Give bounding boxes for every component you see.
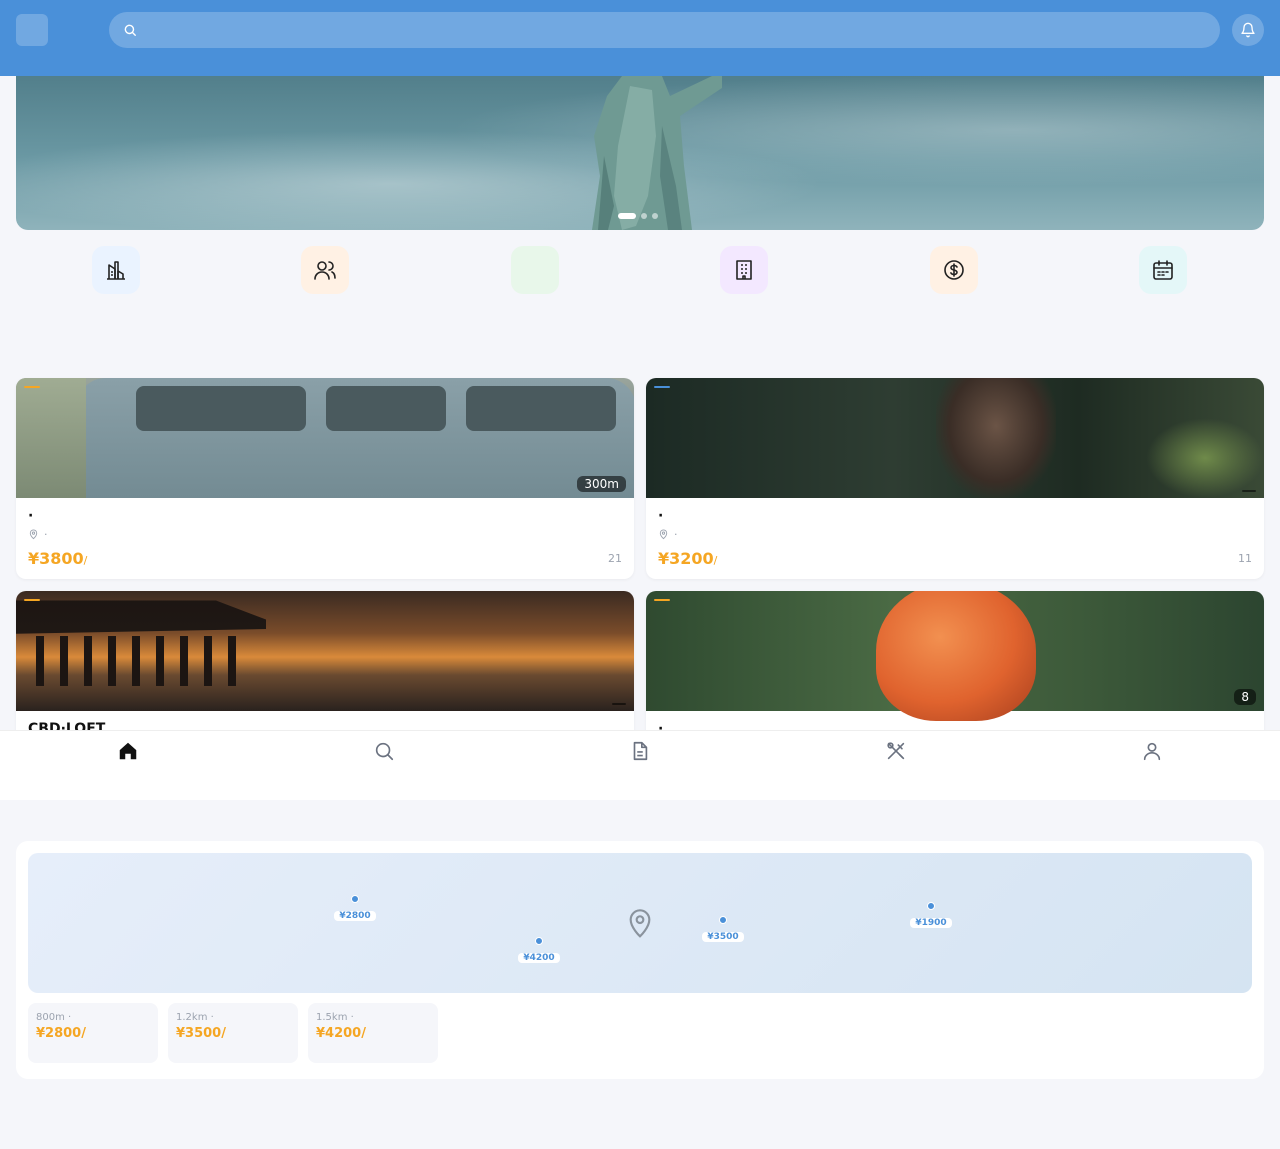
nav-profile[interactable] xyxy=(1112,740,1192,767)
listing-tag xyxy=(654,599,670,601)
nearby-meta: 1.2km · xyxy=(176,1012,214,1023)
listing-price-value: ¥3800 xyxy=(28,549,84,568)
category-item[interactable] xyxy=(1113,246,1213,300)
dollar-icon xyxy=(944,260,964,280)
location-pin-icon xyxy=(659,529,668,540)
listing-card[interactable]: CBD·LOFT xyxy=(16,591,634,741)
listing-location: · xyxy=(658,528,1252,541)
listing-image xyxy=(646,378,1264,498)
listing-title: · xyxy=(28,508,34,524)
category-icon-bg xyxy=(720,246,768,294)
carousel-dot[interactable] xyxy=(641,213,647,219)
listing-image: 300m xyxy=(16,378,634,498)
nearby-price: ¥4200/ xyxy=(316,1026,366,1041)
pin-dot xyxy=(535,937,543,945)
map-price-pin[interactable]: ¥4200 xyxy=(509,937,569,964)
tools-icon xyxy=(887,742,905,760)
user-icon xyxy=(1143,742,1161,761)
listing-price: ¥3800/ xyxy=(28,549,87,568)
pin-price: ¥2800 xyxy=(334,911,376,921)
promo-banner[interactable] xyxy=(16,76,1264,230)
listing-rooms: 21 xyxy=(608,552,622,565)
pin-dot xyxy=(927,902,935,910)
category-icon-bg xyxy=(511,246,559,294)
listing-distance: 8 xyxy=(1234,689,1256,705)
top-header xyxy=(0,0,1280,76)
listing-tag xyxy=(24,599,40,601)
bell-icon xyxy=(1241,22,1255,38)
category-item[interactable] xyxy=(904,246,1004,300)
listing-rooms: 11 xyxy=(1238,552,1252,565)
banner-image xyxy=(592,76,722,230)
listing-location-text: · xyxy=(674,528,678,541)
nearby-meta: 1.5km · xyxy=(316,1012,354,1023)
category-item[interactable] xyxy=(275,246,375,300)
listing-image: 8 xyxy=(646,591,1264,721)
users-icon xyxy=(314,261,336,280)
listing-price-unit: / xyxy=(713,554,718,567)
nearby-listing[interactable]: 800m · ¥2800/ xyxy=(28,1003,158,1063)
listing-distance xyxy=(612,703,626,705)
category-item[interactable] xyxy=(694,246,794,300)
nav-documents[interactable] xyxy=(600,740,680,767)
map-view[interactable]: ¥2800 ¥4200 ¥3500 ¥1900 xyxy=(28,853,1252,993)
nearby-meta: 800m · xyxy=(36,1012,72,1023)
listing-card[interactable]: 8 · xyxy=(646,591,1264,741)
map-price-pin[interactable]: ¥1900 xyxy=(901,902,961,929)
category-icon-bg xyxy=(1139,246,1187,294)
nav-tools[interactable] xyxy=(856,740,936,767)
building-icon xyxy=(736,260,752,280)
map-card: ¥2800 ¥4200 ¥3500 ¥1900 800m · ¥2800/ 1.… xyxy=(16,841,1264,1079)
listing-distance xyxy=(1242,490,1256,492)
map-price-pin[interactable]: ¥2800 xyxy=(325,895,385,922)
search-bar[interactable] xyxy=(109,12,1220,48)
listing-price-value: ¥3200 xyxy=(658,549,714,568)
listing-price-unit: / xyxy=(83,554,88,567)
map-center-marker xyxy=(624,905,656,945)
category-item[interactable] xyxy=(485,246,585,300)
notification-button[interactable] xyxy=(1232,14,1264,46)
listing-card[interactable]: 300m · · ¥3800/ 21 xyxy=(16,378,634,579)
category-icon-bg xyxy=(92,246,140,294)
nav-home[interactable] xyxy=(88,740,168,767)
search-icon xyxy=(124,24,136,36)
search-input[interactable] xyxy=(145,22,1185,38)
pin-price: ¥4200 xyxy=(518,953,560,963)
listing-distance: 300m xyxy=(577,476,626,492)
location-pin-icon xyxy=(29,529,38,540)
city-icon xyxy=(107,261,125,280)
listing-tag xyxy=(654,386,670,388)
pin-dot xyxy=(351,895,359,903)
home-icon xyxy=(119,742,137,760)
pin-price: ¥1900 xyxy=(910,918,952,928)
listing-location: · xyxy=(28,528,622,541)
calendar-icon xyxy=(1153,260,1173,280)
category-item[interactable] xyxy=(66,246,166,300)
location-pin-icon xyxy=(629,909,651,938)
listing-location-text: · xyxy=(44,528,48,541)
listing-price: ¥3200/ xyxy=(658,549,717,568)
pin-price: ¥3500 xyxy=(702,932,744,942)
carousel-dots[interactable] xyxy=(618,213,658,219)
pin-dot xyxy=(719,916,727,924)
nav-search[interactable] xyxy=(344,740,424,767)
app-logo[interactable] xyxy=(16,14,48,46)
nearby-price: ¥2800/ xyxy=(36,1026,86,1041)
document-icon xyxy=(633,741,648,761)
listing-card[interactable]: · · ¥3200/ 11 xyxy=(646,378,1264,579)
listing-image xyxy=(16,591,634,711)
category-icon-bg xyxy=(301,246,349,294)
carousel-dot[interactable] xyxy=(652,213,658,219)
map-price-pin[interactable]: ¥3500 xyxy=(693,916,753,943)
bottom-nav xyxy=(0,730,1280,800)
listing-tag xyxy=(24,386,40,388)
nearby-listing[interactable]: 1.2km · ¥3500/ xyxy=(168,1003,298,1063)
carousel-dot-active[interactable] xyxy=(618,213,636,219)
category-icon-bg xyxy=(930,246,978,294)
nearby-listing[interactable]: 1.5km · ¥4200/ xyxy=(308,1003,438,1063)
search-icon xyxy=(375,742,394,761)
nearby-price: ¥3500/ xyxy=(176,1026,226,1041)
listing-title: · xyxy=(658,508,664,524)
